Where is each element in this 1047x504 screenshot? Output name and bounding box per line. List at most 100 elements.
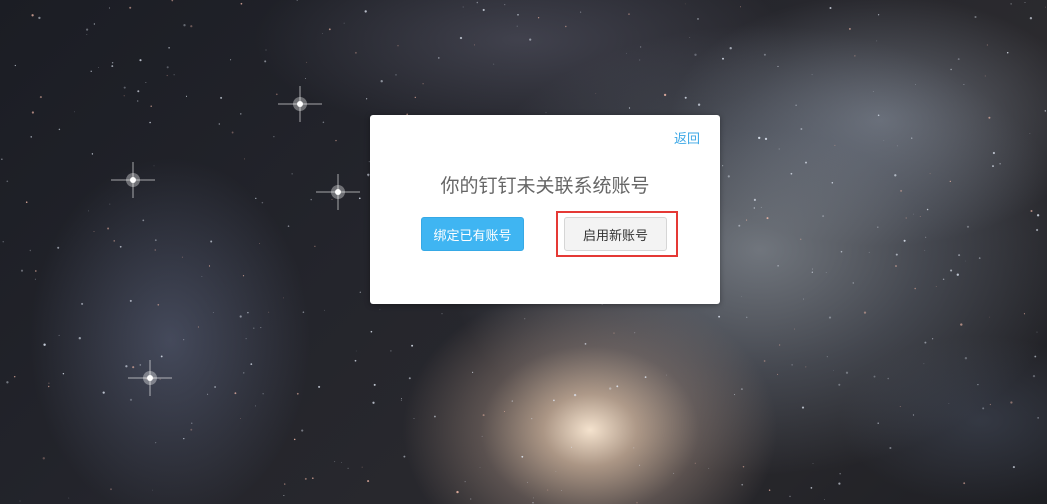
star [950,269,953,272]
star [1029,17,1033,20]
star [532,497,534,499]
unlinked-account-dialog: 返回 你的钉钉未关联系统账号 绑定已有账号 启用新账号 [370,115,720,304]
star [91,153,94,155]
star [14,64,16,67]
star [139,59,142,62]
star [370,330,373,333]
star [854,55,856,57]
star [628,107,631,109]
star [212,312,214,314]
star [777,373,779,375]
star [482,414,485,417]
star [39,96,42,99]
star [925,236,927,238]
bright-star [111,162,155,198]
star [894,174,897,177]
bind-existing-account-button[interactable]: 绑定已有账号 [421,217,524,251]
star [268,311,270,313]
star [1044,110,1046,112]
star [822,215,825,218]
star [283,297,284,299]
star [911,137,913,139]
star [831,182,834,184]
star [812,268,814,270]
star [877,422,879,424]
star [1036,214,1040,217]
star [537,17,540,19]
star [1024,2,1026,3]
star [190,428,193,431]
star [516,25,518,27]
star [245,338,247,340]
star [791,364,793,366]
star [102,391,105,394]
star [889,446,892,450]
star [145,82,147,83]
star [306,61,308,63]
star [876,40,878,42]
star [132,366,135,369]
star [764,137,768,141]
star [795,104,797,106]
star [218,123,220,125]
star [697,103,701,106]
star [159,378,161,380]
star [956,273,959,276]
star [107,227,110,230]
star [801,406,805,409]
star [173,74,175,76]
star [254,405,256,407]
star [580,11,582,13]
star [722,165,724,167]
star [663,93,667,97]
star [863,311,867,314]
star [331,198,333,200]
star [803,298,805,300]
star [805,366,807,368]
star [777,65,779,67]
star [397,44,399,47]
star [341,462,343,463]
star [746,219,748,221]
star [153,165,155,167]
star [291,173,293,175]
star [230,59,232,61]
star [244,158,246,160]
enable-new-account-button[interactable]: 启用新账号 [564,217,667,251]
back-link[interactable]: 返回 [674,128,700,147]
star [942,278,945,281]
star [81,302,84,305]
star [364,10,367,13]
star [413,417,415,419]
star [684,96,687,99]
star [915,84,916,85]
star [181,256,183,258]
star [553,399,555,402]
bright-star [278,86,322,122]
star [231,131,234,134]
star [301,429,304,432]
star [354,359,357,362]
star [31,14,34,17]
star [547,489,549,491]
star [34,278,36,280]
star [924,249,926,251]
star [459,36,463,40]
star [111,65,114,68]
star [38,16,41,20]
star [208,265,211,267]
star [899,406,901,407]
star [284,483,286,485]
star [48,382,50,384]
star [129,299,132,302]
star [950,68,952,71]
star [982,407,985,410]
star [838,482,841,485]
star [240,2,243,5]
star [379,309,381,311]
star [988,116,991,119]
star [1030,209,1033,213]
star [790,172,793,175]
star [727,175,730,178]
star [734,394,736,396]
